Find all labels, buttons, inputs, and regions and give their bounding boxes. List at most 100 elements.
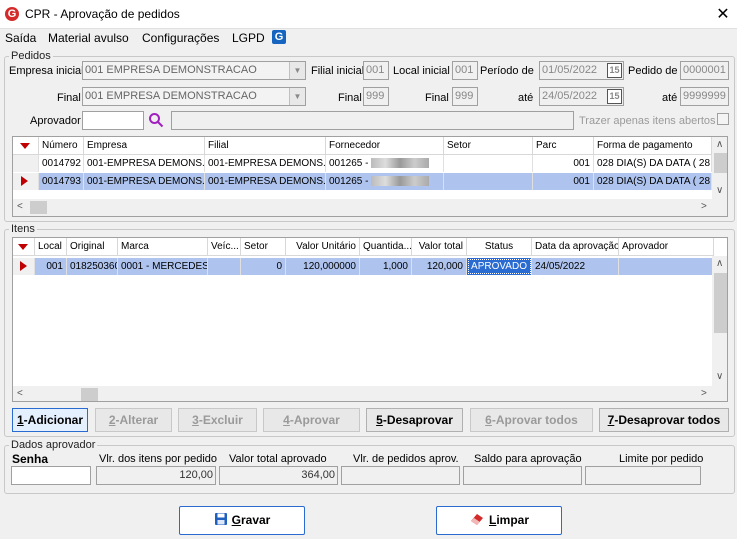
column-header[interactable]: Status	[467, 238, 532, 256]
chevron-down-icon[interactable]: ▼	[289, 88, 305, 105]
table-cell[interactable]: 028 DIA(S) DA DATA ( 28	[594, 173, 712, 190]
calendar-icon[interactable]: 15	[607, 89, 622, 104]
table-cell[interactable]: 001-EMPRESA DEMONS...	[205, 155, 326, 172]
search-icon[interactable]	[148, 112, 164, 128]
calendar-icon[interactable]: 15	[607, 63, 622, 78]
trazer-abertos-checkbox[interactable]	[717, 113, 729, 125]
table-cell[interactable]: 001	[533, 155, 594, 172]
pedido-ate-field[interactable]: 9999999	[680, 87, 729, 106]
table-cell[interactable]: 0182503603	[67, 258, 118, 275]
vertical-scrollbar[interactable]: ∧ ∨	[712, 137, 727, 199]
table-cell[interactable]: 0001 - MERCEDES...	[118, 258, 208, 275]
window-title: CPR - Aprovação de pedidos	[25, 7, 180, 21]
column-header[interactable]: Original	[67, 238, 118, 256]
chevron-left-icon[interactable]: <	[17, 388, 23, 399]
scrollbar-thumb[interactable]	[714, 153, 727, 173]
periodo-de-field[interactable]: 01/05/2022 15	[539, 61, 624, 80]
table-cell[interactable]: 24/05/2022	[532, 258, 619, 275]
pedido-de-field[interactable]: 0000001	[680, 61, 729, 80]
menu-lgpd[interactable]: LGPD	[232, 31, 265, 45]
table-cell[interactable]: 120,000	[412, 258, 467, 275]
close-icon[interactable]: ✕	[714, 4, 732, 24]
desaprovar-button[interactable]: 5-Desaprovar	[366, 408, 463, 432]
column-header[interactable]: Setor	[444, 137, 533, 155]
column-header[interactable]: Empresa	[84, 137, 205, 155]
table-cell[interactable]: 001-EMPRESA DEMONS...	[205, 173, 326, 190]
status-badge[interactable]: APROVADO	[467, 258, 532, 275]
excluir-button[interactable]: 3-Excluir	[178, 408, 257, 432]
desaprovar-todos-button[interactable]: 7-Desaprovar todos	[599, 408, 729, 432]
filial-inicial-field[interactable]: 001	[363, 61, 389, 80]
menu-configuracoes[interactable]: Configurações	[142, 31, 219, 45]
chevron-down-icon[interactable]: ∨	[716, 185, 723, 196]
table-cell[interactable]: 001265 -	[326, 173, 444, 190]
row-indicator[interactable]	[13, 258, 35, 275]
gravar-button[interactable]: Gravar	[179, 506, 305, 535]
table-cell[interactable]	[619, 258, 714, 275]
limpar-button[interactable]: Limpar	[436, 506, 562, 535]
column-header[interactable]: Forma de pagamento	[594, 137, 712, 155]
column-header[interactable]: Valor total	[412, 238, 467, 256]
empresa-inicial-select[interactable]: 001 EMPRESA DEMONSTRACAO ▼	[82, 61, 306, 80]
chevron-down-icon[interactable]: ▼	[289, 62, 305, 79]
local-inicial-field[interactable]: 001	[452, 61, 478, 80]
column-header[interactable]: Número	[39, 137, 84, 155]
table-cell[interactable]: 001	[35, 258, 67, 275]
local-final-field[interactable]: 999	[452, 87, 478, 106]
scrollbar-thumb[interactable]	[81, 388, 98, 401]
row-indicator[interactable]	[13, 173, 39, 190]
aprovar-todos-button[interactable]: 6-Aprovar todos	[470, 408, 593, 432]
chevron-right-icon[interactable]: >	[701, 388, 707, 399]
table-header-indicator[interactable]	[13, 238, 35, 256]
senha-field[interactable]	[11, 466, 91, 485]
chevron-up-icon[interactable]: ∧	[716, 258, 723, 269]
aprovador-field[interactable]	[82, 111, 144, 130]
chevron-left-icon[interactable]: <	[17, 201, 23, 212]
table-cell[interactable]: 0	[241, 258, 286, 275]
periodo-ate-field[interactable]: 24/05/2022 15	[539, 87, 624, 106]
column-header[interactable]: Data da aprovação	[532, 238, 619, 256]
horizontal-scrollbar[interactable]: < >	[13, 386, 712, 401]
column-header[interactable]: Local	[35, 238, 67, 256]
aprovador-label: Aprovador	[30, 115, 81, 127]
aprovar-button[interactable]: 4-Aprovar	[263, 408, 360, 432]
adicionar-button[interactable]: 1-Adicionar	[12, 408, 88, 432]
row-indicator[interactable]	[13, 155, 39, 172]
table-cell[interactable]	[444, 173, 533, 190]
scrollbar-thumb[interactable]	[714, 273, 727, 333]
vertical-scrollbar[interactable]: ∧ ∨	[712, 256, 727, 386]
table-cell[interactable]: 001265 -	[326, 155, 444, 172]
column-header[interactable]: Marca	[118, 238, 208, 256]
column-header[interactable]: Setor	[241, 238, 286, 256]
empresa-final-select[interactable]: 001 EMPRESA DEMONSTRACAO ▼	[82, 87, 306, 106]
chevron-up-icon[interactable]: ∧	[716, 139, 723, 150]
table-cell[interactable]: 120,000000	[286, 258, 360, 275]
menu-saida[interactable]: Saída	[5, 31, 36, 45]
column-header[interactable]: Veíc...	[208, 238, 241, 256]
chevron-down-icon[interactable]: ∨	[716, 371, 723, 382]
table-cell[interactable]: 0014793	[39, 173, 84, 190]
table-cell[interactable]	[208, 258, 241, 275]
horizontal-scrollbar[interactable]: < >	[13, 199, 712, 216]
column-header[interactable]: Valor Unitário	[286, 238, 360, 256]
column-header[interactable]: Parc	[533, 137, 594, 155]
table-cell[interactable]: 1,000	[360, 258, 412, 275]
lgpd-icon[interactable]: G	[272, 30, 286, 44]
table-cell[interactable]: 001	[533, 173, 594, 190]
fornecedor-code: 001265 -	[329, 176, 369, 187]
table-cell[interactable]: 001-EMPRESA DEMONS...	[84, 155, 205, 172]
column-header[interactable]: Aprovador	[619, 238, 714, 256]
menu-material-avulso[interactable]: Material avulso	[48, 31, 129, 45]
table-cell[interactable]: 028 DIA(S) DA DATA ( 28	[594, 155, 712, 172]
filial-final-field[interactable]: 999	[363, 87, 389, 106]
chevron-right-icon[interactable]: >	[701, 201, 707, 212]
alterar-button[interactable]: 2-Alterar	[95, 408, 172, 432]
column-header[interactable]: Fornecedor	[326, 137, 444, 155]
table-cell[interactable]	[444, 155, 533, 172]
table-cell[interactable]: 001-EMPRESA DEMONS...	[84, 173, 205, 190]
table-header-indicator[interactable]	[13, 137, 39, 155]
column-header[interactable]: Quantida...	[360, 238, 412, 256]
scrollbar-thumb[interactable]	[30, 201, 47, 214]
table-cell[interactable]: 0014792	[39, 155, 84, 172]
column-header[interactable]: Filial	[205, 137, 326, 155]
